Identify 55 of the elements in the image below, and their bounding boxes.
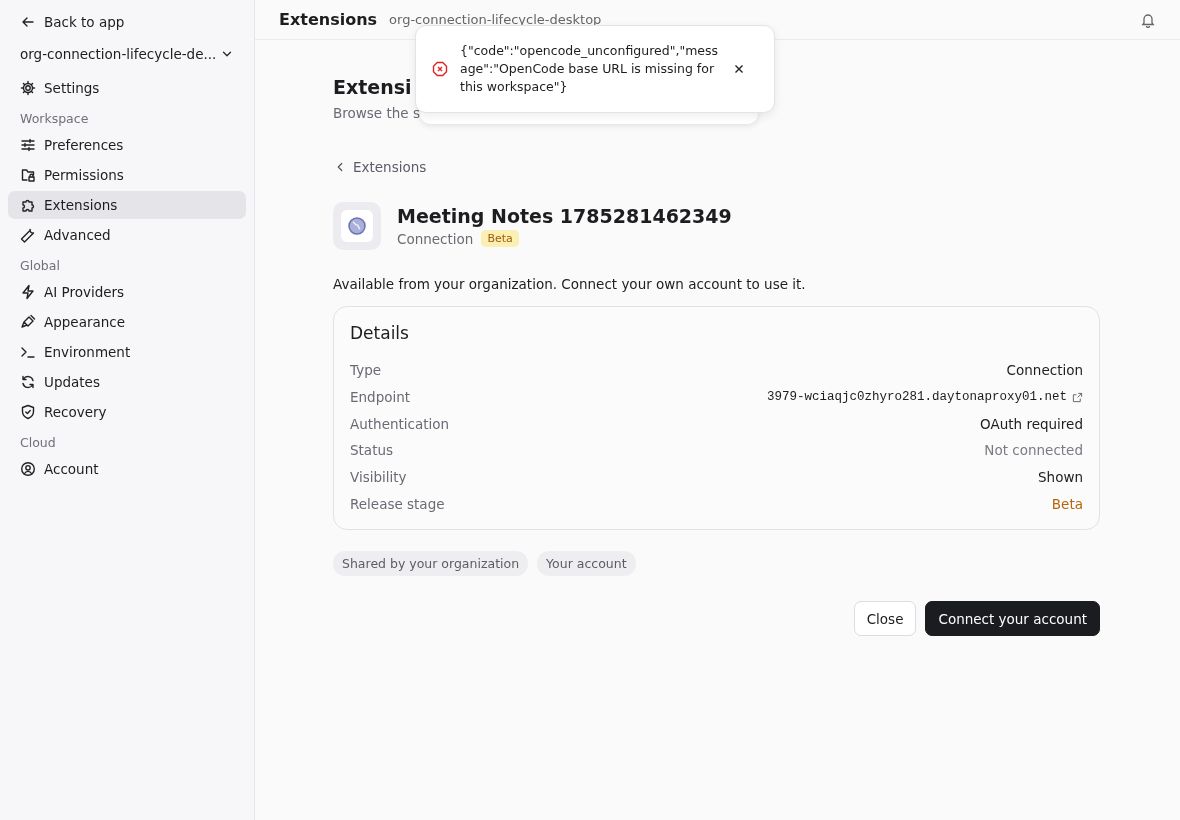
user-icon bbox=[20, 461, 36, 477]
tag: Your account bbox=[537, 551, 636, 577]
folder-lock-icon bbox=[20, 167, 36, 183]
breadcrumb-link[interactable]: Extensions bbox=[333, 159, 427, 175]
detail-value: OAuth required bbox=[980, 415, 1083, 432]
workspace-name: org-connection-lifecycle-desktop bbox=[389, 12, 603, 27]
section-label: Cloud bbox=[19, 434, 57, 452]
refresh-icon bbox=[20, 374, 36, 390]
sidebar-item[interactable]: Permissions bbox=[8, 161, 246, 189]
endpoint-link[interactable]: 3979-wciaqjc0zhyro281.daytonaproxy01.net bbox=[766, 390, 1083, 405]
connect-button[interactable]: Connect your account bbox=[925, 601, 1100, 637]
workspace-dropdown[interactable]: org-connection-lifecycle-de... bbox=[8, 40, 246, 68]
sidebar-item[interactable]: Recovery bbox=[8, 398, 246, 426]
error-message: {"code":"opencode_unconfigured","message":"OpenCode base URL is missing for this workspace"} bbox=[460, 42, 720, 96]
section-label: Workspace bbox=[19, 110, 90, 128]
detail-label: Authentication bbox=[350, 415, 450, 432]
tag: Shared by your organization bbox=[333, 551, 529, 577]
section-label: Global bbox=[19, 257, 61, 275]
beta-badge: Beta bbox=[481, 230, 519, 247]
card-title: Details bbox=[350, 323, 410, 343]
detail-label: Type bbox=[350, 362, 381, 379]
puzzle-icon bbox=[20, 197, 36, 213]
gear-icon bbox=[20, 80, 36, 96]
detail-label: Release stage bbox=[350, 495, 445, 512]
back-link[interactable]: Back to app bbox=[8, 8, 246, 36]
sidebar-item[interactable]: Extensions bbox=[8, 191, 246, 219]
error-icon bbox=[432, 61, 448, 77]
sidebar-item[interactable]: Advanced bbox=[8, 221, 246, 249]
detail-label: Visibility bbox=[350, 469, 407, 486]
sidebar-item[interactable]: Environment bbox=[8, 338, 246, 366]
header-title: Extensions bbox=[279, 10, 378, 29]
extension-name: Meeting Notes 1785281462349 bbox=[397, 205, 732, 227]
detail-value: Connection bbox=[1006, 362, 1083, 379]
external-link-icon bbox=[1072, 391, 1083, 403]
detail-label: Endpoint bbox=[350, 389, 411, 406]
detail-label: Status bbox=[350, 442, 394, 459]
sidebar-item[interactable]: Updates bbox=[8, 368, 246, 396]
sidebar-item[interactable]: Account bbox=[8, 455, 246, 483]
detail-value: Beta bbox=[1051, 495, 1083, 512]
close-button[interactable]: Close bbox=[853, 601, 917, 637]
shield-icon bbox=[20, 404, 36, 420]
sidebar-item[interactable]: Preferences bbox=[8, 131, 246, 159]
page-title: Extensi bbox=[333, 75, 412, 100]
brush-icon bbox=[20, 314, 36, 330]
detail-value: Not connected bbox=[984, 442, 1083, 459]
bell-icon[interactable] bbox=[1140, 11, 1156, 28]
sliders-icon bbox=[20, 137, 36, 153]
description: Available from your organization. Connect your own account to use it. bbox=[333, 276, 807, 292]
bolt-icon bbox=[20, 284, 36, 300]
page-subtitle: Browse the s bbox=[333, 105, 420, 121]
sidebar-item[interactable]: Appearance bbox=[8, 308, 246, 336]
extension-type: Connection bbox=[397, 230, 474, 247]
sidebar-item[interactable]: AI Providers bbox=[8, 278, 246, 306]
sidebar-item[interactable]: Settings bbox=[8, 74, 246, 102]
detail-value: Shown bbox=[1038, 469, 1083, 486]
